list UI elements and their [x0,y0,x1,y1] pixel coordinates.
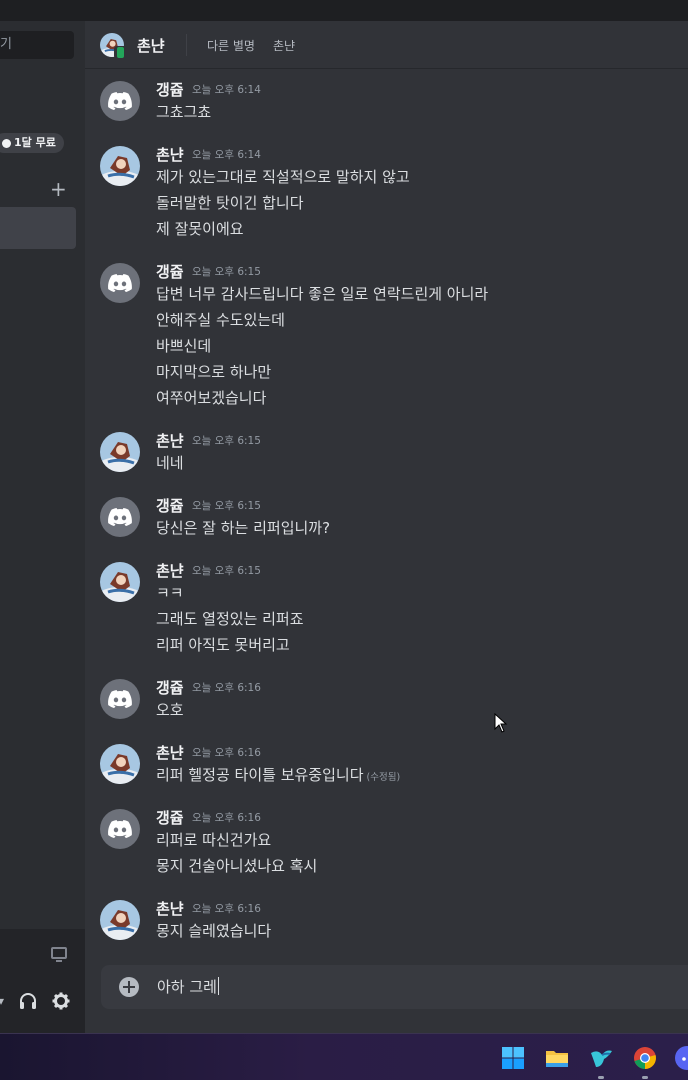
message-timestamp: 오늘 오후 6:16 [192,747,261,759]
discord-logo-icon[interactable] [100,497,140,537]
message-text: 몽지 건술아니셨나요 혹시 [156,857,318,875]
message-text: 제 잘못이에요 [156,220,244,238]
user-panel: ▾ [0,930,85,1033]
message-author[interactable]: 갱쥽 [156,495,184,516]
message-text: 여쭈어보겠습니다 [156,389,267,407]
message-timestamp: 오늘 오후 6:16 [192,682,261,694]
message-timestamp: 오늘 오후 6:15 [192,266,261,278]
message-timestamp: 오늘 오후 6:16 [192,812,261,824]
message-text: 네네 [156,454,184,472]
message-timestamp: 오늘 오후 6:15 [192,435,261,447]
running-indicator [642,1076,648,1079]
message-input-text[interactable]: 아하 그레 [157,976,219,997]
message-text: 리퍼 아직도 못버리고 [156,636,290,654]
alias-value: 촌냔 [273,39,296,53]
message-text: 몽지 슬레였습니다 [156,922,272,940]
discord-logo-icon[interactable] [100,81,140,121]
anime-character-avatar[interactable] [100,146,140,186]
mobile-status-icon [114,46,127,59]
message-timestamp: 오늘 오후 6:16 [192,903,261,915]
message-input[interactable]: 아하 그레 [101,965,688,1009]
window-top-strip [0,0,688,21]
message-author[interactable]: 촌냔 [156,742,184,763]
chat-area: 촌냔 다른 별명 촌냔 갱쥽 오늘 오후 6:14 그쵸그쵸 촌냔 오늘 오후 … [85,21,688,1033]
message-text: 그래도 열정있는 리퍼죠 [156,610,304,628]
message-text: 돌러말한 탓이긴 합니다 [156,194,304,212]
message-author[interactable]: 촌냔 [156,898,184,919]
edited-label: (수정됨) [366,772,401,783]
chevron-down-icon[interactable]: ▾ [0,994,4,1008]
text-caret [217,977,219,995]
anime-character-avatar[interactable] [100,900,140,940]
message-author[interactable]: 촌냔 [156,144,184,165]
message-text: 마지막으로 하나만 [156,363,272,381]
message-text-body: 리퍼 헬정공 타이틀 보유중입니다 [156,766,364,784]
chrome-icon[interactable] [632,1045,658,1071]
discord-logo-icon[interactable] [100,679,140,719]
nitro-badge[interactable]: 1달 무료 [0,133,64,153]
dm-sidebar: 기 1달 무료 + ▾ [0,21,85,1033]
message-author[interactable]: 촌냔 [156,560,184,581]
message-timestamp: 오늘 오후 6:14 [192,149,261,161]
running-indicator [598,1076,604,1079]
create-dm-button[interactable]: + [50,179,67,199]
mouse-pointer-icon [494,713,508,733]
message-author[interactable]: 갱쥽 [156,261,184,282]
message-timestamp: 오늘 오후 6:15 [192,565,261,577]
search-button-label: 기 [0,37,12,52]
header-username: 촌냔 [137,37,165,55]
message-list: 갱쥽 오늘 오후 6:14 그쵸그쵸 촌냔 오늘 오후 6:14 제가 있는그대… [85,69,688,959]
message-text: ㅋㅋ [156,584,184,602]
discord-logo-icon[interactable] [100,263,140,303]
message-timestamp: 오늘 오후 6:15 [192,500,261,512]
message-author[interactable]: 갱쥽 [156,807,184,828]
discord-logo-icon[interactable] [100,809,140,849]
message-text: 당신은 잘 하는 리퍼입니까? [156,519,331,537]
anime-character-avatar[interactable] [100,562,140,602]
nitro-badge-label: 1달 무료 [14,136,56,149]
alias-label: 다른 별명 [207,39,255,53]
search-button[interactable]: 기 [0,31,74,59]
anime-character-avatar[interactable] [100,432,140,472]
message-input-value: 아하 그레 [157,978,217,996]
message-timestamp: 오늘 오후 6:14 [192,84,261,96]
headset-icon[interactable] [19,992,37,1010]
add-attachment-icon[interactable] [119,977,139,997]
chat-header: 촌냔 다른 별명 촌냔 [85,21,688,69]
message-text: 답변 너무 감사드립니다 좋은 일로 연락드린게 아니라 [156,285,489,303]
gear-icon[interactable] [52,992,70,1010]
message-text: 바쁘신데 [156,337,212,355]
message-text: 제가 있는그대로 직설적으로 말하지 않고 [156,168,410,186]
message-author[interactable]: 갱쥽 [156,79,184,100]
bird-app-icon[interactable] [588,1045,614,1071]
message-text: 리퍼로 따신건가요 [156,831,272,849]
windows-start-icon[interactable] [500,1045,526,1071]
dm-list-item-selected[interactable] [0,207,76,249]
discord-icon[interactable] [674,1045,688,1071]
message-text: 리퍼 헬정공 타이틀 보유중입니다 (수정됨) [156,762,400,788]
file-explorer-icon[interactable] [544,1045,570,1071]
screen-share-icon[interactable] [51,947,67,962]
message-author[interactable]: 촌냔 [156,430,184,451]
taskbar [0,1033,688,1080]
message-text: 그쵸그쵸 [156,103,212,121]
message-author[interactable]: 갱쥽 [156,677,184,698]
anime-character-avatar[interactable] [100,744,140,784]
header-separator [186,34,187,56]
message-text: 안해주실 수도있는데 [156,311,285,329]
message-text: 오호 [156,701,184,719]
clock-icon [2,138,11,148]
